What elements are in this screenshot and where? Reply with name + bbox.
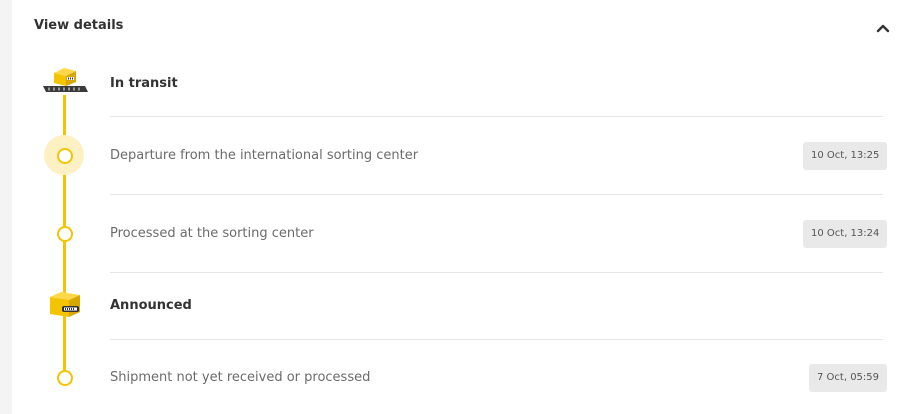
divider (110, 194, 883, 195)
details-title: View details (34, 18, 124, 33)
timeline-dot (57, 226, 73, 242)
timeline-dot (57, 370, 73, 386)
event-text: Shipment not yet received or processed (110, 370, 371, 385)
details-header[interactable]: View details (12, 0, 921, 56)
event-timestamp: 10 Oct, 13:25 (803, 142, 888, 170)
group-title-announced: Announced (110, 298, 192, 313)
chevron-up-icon[interactable] (875, 20, 891, 36)
tracking-details-card: View details In transit Departure from t… (12, 0, 921, 414)
divider (110, 272, 883, 273)
group-title-in-transit: In transit (110, 76, 178, 91)
timeline-dot-current (57, 148, 73, 164)
event-text: Processed at the sorting center (110, 226, 314, 241)
event-text: Departure from the international sorting… (110, 148, 419, 163)
divider (110, 116, 883, 117)
event-timestamp: 10 Oct, 13:24 (803, 220, 888, 248)
divider (110, 339, 883, 340)
event-timestamp: 7 Oct, 05:59 (809, 364, 888, 392)
parcel-on-conveyor-icon (40, 64, 92, 100)
parcel-with-label-icon (40, 289, 92, 325)
